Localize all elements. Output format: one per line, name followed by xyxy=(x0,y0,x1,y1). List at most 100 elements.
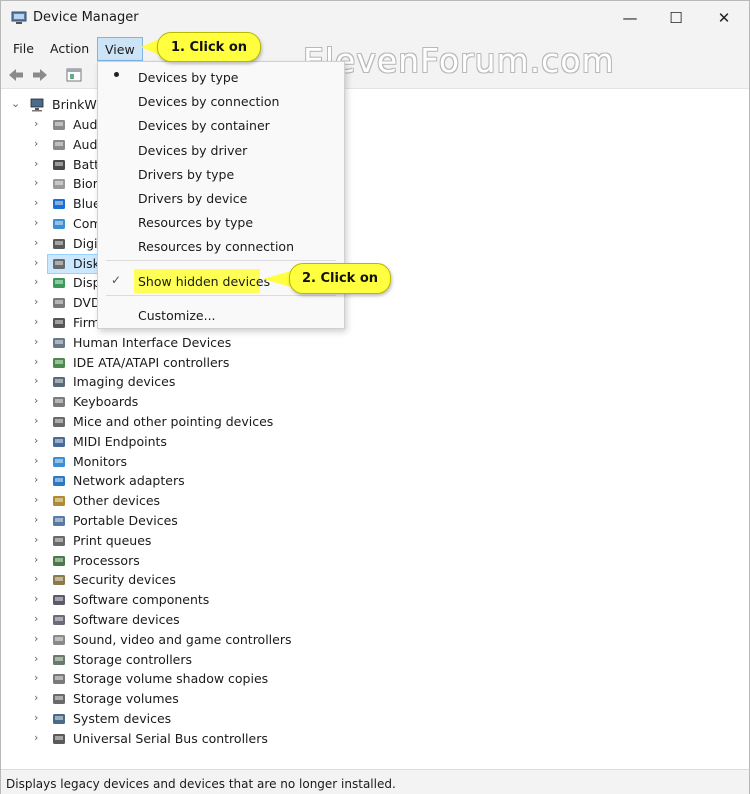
chevron-right-icon[interactable]: › xyxy=(34,712,44,723)
view-menu-item[interactable]: Resources by connection xyxy=(98,234,344,258)
view-menu-item[interactable]: Devices by connection xyxy=(98,89,344,113)
midi-icon xyxy=(53,436,65,447)
device-category-row[interactable]: › Human Interface Devices xyxy=(1,333,749,353)
device-category-row[interactable]: › Keyboards xyxy=(1,392,749,412)
view-menu-item[interactable]: Devices by driver xyxy=(98,138,344,162)
chevron-right-icon[interactable]: › xyxy=(34,197,44,208)
device-category-label: Portable Devices xyxy=(73,513,178,528)
chevron-right-icon[interactable]: › xyxy=(34,118,44,129)
device-category-label: Other devices xyxy=(73,493,161,509)
menu-separator xyxy=(106,260,336,261)
chevron-right-icon[interactable]: › xyxy=(34,554,44,565)
chevron-right-icon[interactable]: › xyxy=(34,474,44,485)
chevron-right-icon[interactable]: › xyxy=(34,415,44,426)
chevron-right-icon[interactable]: › xyxy=(34,455,44,466)
device-category-row[interactable]: › Portable Devices xyxy=(1,511,749,531)
chevron-right-icon[interactable]: › xyxy=(34,217,44,228)
device-category-label: Monitors xyxy=(73,453,128,469)
chevron-right-icon[interactable]: › xyxy=(34,653,44,664)
view-menu-item[interactable]: Devices by container xyxy=(98,113,344,137)
computer-icon xyxy=(30,98,44,112)
device-category-row[interactable]: › Software devices xyxy=(1,610,749,630)
chevron-right-icon[interactable]: › xyxy=(34,672,44,683)
chevron-right-icon[interactable]: › xyxy=(34,534,44,545)
chevron-right-icon[interactable]: › xyxy=(34,177,44,188)
portable-device-icon xyxy=(53,516,65,526)
security-icon xyxy=(53,575,65,586)
device-category-label: Batt xyxy=(73,156,100,172)
maximize-button[interactable]: ☐ xyxy=(653,1,699,35)
menu-view[interactable]: View xyxy=(97,37,143,61)
device-category-row[interactable]: › Storage volume shadow copies xyxy=(1,669,749,689)
device-category-label: Sound, video and game controllers xyxy=(73,631,292,647)
device-category-row[interactable]: › Sound, video and game controllers xyxy=(1,630,749,650)
radio-bullet-icon xyxy=(114,72,119,77)
device-category-row[interactable]: › Print queues xyxy=(1,531,749,551)
device-category-label: Storage volume shadow copies xyxy=(73,671,269,687)
sound-icon xyxy=(53,634,65,645)
device-category-row[interactable]: › Network adapters xyxy=(1,471,749,491)
minimize-icon: — xyxy=(622,9,638,27)
menu-item-customize[interactable]: Customize... xyxy=(98,303,344,327)
view-menu-item[interactable]: Drivers by device xyxy=(98,186,344,210)
device-category-label: Software components xyxy=(73,592,210,608)
device-category-row[interactable]: › Software components xyxy=(1,590,749,610)
minimize-button[interactable]: — xyxy=(607,1,653,35)
camera-icon xyxy=(53,377,65,388)
chevron-right-icon[interactable]: › xyxy=(34,732,44,743)
device-category-label: Digi xyxy=(73,235,98,251)
forward-arrow-icon[interactable] xyxy=(31,66,49,84)
shadow-copy-icon xyxy=(53,674,65,685)
view-menu-item-label: Devices by driver xyxy=(138,142,248,158)
unknown-device-icon xyxy=(53,496,65,507)
chevron-right-icon[interactable]: › xyxy=(34,514,44,525)
device-category-row[interactable]: › Security devices xyxy=(1,570,749,590)
firmware-icon xyxy=(53,318,65,328)
chevron-right-icon[interactable]: › xyxy=(34,336,44,347)
device-category-row[interactable]: › System devices xyxy=(1,709,749,729)
device-category-row[interactable]: › MIDI Endpoints xyxy=(1,432,749,452)
chevron-right-icon[interactable]: › xyxy=(34,633,44,644)
chevron-right-icon[interactable]: › xyxy=(34,158,44,169)
menu-action[interactable]: Action xyxy=(44,39,95,59)
view-menu-item-label: Resources by type xyxy=(138,215,254,231)
view-menu-item[interactable]: Devices by type xyxy=(98,65,344,89)
chevron-right-icon[interactable]: › xyxy=(34,435,44,446)
chevron-right-icon[interactable]: › xyxy=(34,237,44,248)
properties-icon[interactable] xyxy=(65,66,83,84)
callout-text: 1. Click on xyxy=(170,39,248,55)
chevron-right-icon[interactable]: › xyxy=(34,375,44,386)
view-menu-item[interactable]: Drivers by type xyxy=(98,162,344,186)
chevron-right-icon[interactable]: › xyxy=(34,257,44,268)
device-category-row[interactable]: › Other devices xyxy=(1,491,749,511)
device-category-row[interactable]: › Processors xyxy=(1,551,749,571)
chevron-right-icon[interactable]: › xyxy=(34,316,44,327)
close-button[interactable]: ✕ xyxy=(701,1,747,35)
device-category-row[interactable]: › Monitors xyxy=(1,452,749,472)
device-category-row[interactable]: › Universal Serial Bus controllers xyxy=(1,729,749,749)
chevron-right-icon[interactable]: › xyxy=(34,613,44,624)
system-device-icon xyxy=(53,714,65,724)
device-category-row[interactable]: › Mice and other pointing devices xyxy=(1,412,749,432)
chevron-right-icon[interactable]: › xyxy=(34,356,44,367)
menu-file[interactable]: File xyxy=(7,39,40,59)
chevron-right-icon[interactable]: › xyxy=(34,395,44,406)
chevron-right-icon[interactable]: › xyxy=(34,296,44,307)
chevron-right-icon[interactable]: › xyxy=(34,573,44,584)
device-category-row[interactable]: › Imaging devices xyxy=(1,372,749,392)
chevron-down-icon[interactable]: ⌄ xyxy=(11,98,21,109)
chevron-right-icon[interactable]: › xyxy=(34,692,44,703)
device-category-label: Universal Serial Bus controllers xyxy=(73,730,268,746)
speaker-icon xyxy=(53,120,65,130)
device-category-row[interactable]: › Storage volumes xyxy=(1,689,749,709)
window-title: Device Manager xyxy=(33,10,139,25)
chevron-right-icon[interactable]: › xyxy=(34,276,44,287)
device-category-row[interactable]: › IDE ATA/ATAPI controllers xyxy=(1,353,749,373)
chevron-right-icon[interactable]: › xyxy=(34,593,44,604)
back-arrow-icon[interactable] xyxy=(7,66,25,84)
show-hidden-devices-label: Show hidden devices xyxy=(138,274,271,289)
chevron-right-icon[interactable]: › xyxy=(34,494,44,505)
chevron-right-icon[interactable]: › xyxy=(34,138,44,149)
device-category-row[interactable]: › Storage controllers xyxy=(1,650,749,670)
view-menu-item[interactable]: Resources by type xyxy=(98,210,344,234)
